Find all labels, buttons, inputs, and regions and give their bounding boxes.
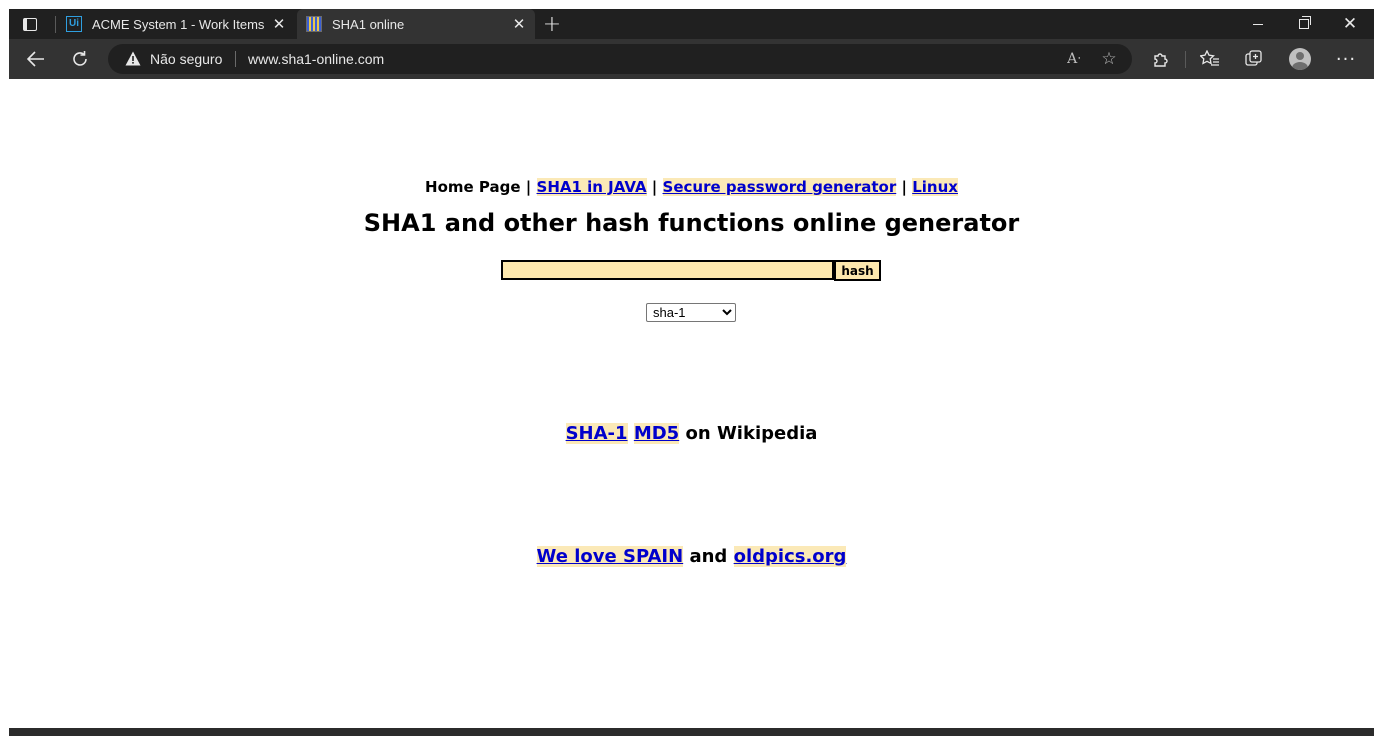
wikipedia-suffix: on Wikipedia [685,423,818,444]
warning-icon[interactable] [125,51,141,66]
promo-connector: and [689,546,728,567]
promo-links: We love SPAIN and oldpics.org [9,546,1374,567]
tab-strip: Ui ACME System 1 - Work Items ✕ SHA1 onl… [9,9,1374,39]
more-options-icon[interactable]: ··· [1332,45,1360,73]
restore-button[interactable] [1281,9,1327,39]
bottom-taskbar-strip [9,728,1374,736]
puzzle-icon [1154,53,1168,67]
screen-right-edge [1374,0,1382,79]
screen-left-bezel [0,0,9,736]
back-button[interactable] [22,45,50,73]
link-we-love-spain[interactable]: We love SPAIN [536,546,684,567]
web-page: Home Page | SHA1 in JAVA | Secure passwo… [9,79,1374,728]
favorites-icon[interactable] [1196,45,1224,73]
back-arrow-icon [27,51,44,67]
link-oldpics[interactable]: oldpics.org [733,546,847,567]
browser-toolbar: Não seguro www.sha1-online.com Aᐧ ☆ ··· [9,39,1374,79]
nav-separator: | [525,178,532,196]
reload-button[interactable] [66,45,94,73]
security-status[interactable]: Não seguro [150,51,222,67]
url-text[interactable]: www.sha1-online.com [248,51,384,67]
wikipedia-links: SHA-1 MD5 on Wikipedia [9,423,1374,444]
screen: Ui ACME System 1 - Work Items ✕ SHA1 onl… [0,0,1382,736]
page-title: SHA1 and other hash functions online gen… [363,209,1020,237]
screen-top-bezel [0,0,1374,9]
uipath-icon: Ui [66,16,82,32]
nav-link-sha1-java[interactable]: SHA1 in JAVA [536,178,647,196]
tab-sha1-online[interactable]: SHA1 online ✕ [297,9,535,39]
tab-title: ACME System 1 - Work Items [92,16,265,32]
read-aloud-icon[interactable]: Aᐧ [1064,49,1084,69]
nav-separator: | [651,178,658,196]
address-divider [235,51,236,67]
nav-home: Home Page [425,178,521,196]
collections-squares-icon [1245,50,1262,66]
tab-acme-work-items[interactable]: Ui ACME System 1 - Work Items ✕ [57,9,295,39]
sha1-site-icon [306,16,322,32]
algorithm-select[interactable]: sha-1 [646,303,736,322]
close-icon[interactable]: ✕ [509,14,529,34]
collections-icon[interactable] [1240,45,1268,73]
tab-title: SHA1 online [332,16,405,32]
screen-right-edge [1374,79,1382,736]
reload-icon [73,51,87,66]
address-bar[interactable]: Não seguro www.sha1-online.com Aᐧ ☆ [108,44,1132,74]
hash-input[interactable] [501,260,834,280]
minimize-icon [1253,23,1263,25]
nav-link-linux[interactable]: Linux [912,178,958,196]
avatar [1289,48,1311,70]
add-favorite-icon[interactable]: ☆ [1099,49,1119,69]
restore-icon [1299,16,1311,29]
nav-separator: | [901,178,907,196]
hash-button[interactable]: hash [834,260,881,281]
tab-divider [55,16,56,33]
toolbar-divider [1185,51,1186,68]
site-nav: Home Page | SHA1 in JAVA | Secure passwo… [9,178,1374,196]
read-aloud-glyph: A [1067,51,1078,67]
tab-actions-icon[interactable] [21,15,39,33]
nav-link-password-generator[interactable]: Secure password generator [662,178,897,196]
profile-button[interactable] [1286,45,1314,73]
new-tab-icon[interactable]: + [541,12,563,37]
link-sha1-wikipedia[interactable]: SHA-1 [565,423,628,444]
extensions-icon[interactable] [1147,45,1175,73]
window-close-button[interactable]: ✕ [1327,9,1373,39]
close-icon[interactable]: ✕ [269,14,289,34]
favorites-star-list-icon [1200,50,1219,66]
minimize-button[interactable] [1235,9,1281,39]
link-md5-wikipedia[interactable]: MD5 [633,423,680,444]
